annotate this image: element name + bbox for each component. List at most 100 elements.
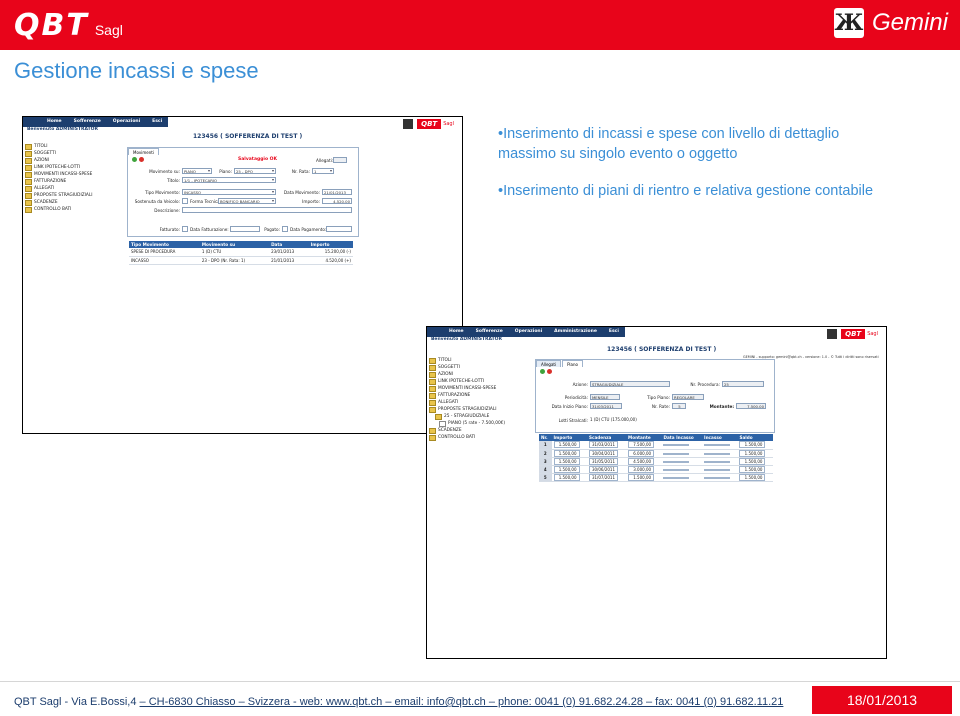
saldo-input[interactable]: 1.500,00 [739, 457, 766, 465]
table-cell[interactable]: 1.500,00 [551, 441, 587, 450]
column-header[interactable]: Incasso [702, 434, 738, 441]
scadenza-input[interactable]: 31/05/2011 [588, 457, 619, 465]
table-cell[interactable] [702, 465, 738, 474]
tree-item[interactable]: SCADENZE [25, 199, 123, 206]
saldo-input[interactable]: 1.500,00 [739, 465, 766, 473]
table-cell[interactable]: 1.500,00 [551, 449, 587, 458]
data-movimento-field[interactable]: 21/01/2013 [322, 189, 352, 195]
table-cell[interactable]: 1.500,00 [737, 473, 773, 482]
table-cell[interactable]: 1.500,00 [737, 449, 773, 458]
table-cell[interactable]: 30/06/2011 [586, 465, 627, 474]
table-cell[interactable] [702, 449, 738, 458]
menu-home[interactable]: Home [41, 117, 68, 127]
save-icon[interactable] [540, 369, 545, 374]
tree-item[interactable]: LINK IPOTECHE-LOTTI [25, 164, 123, 171]
montante-input[interactable]: 7.500,00 [628, 441, 655, 449]
pagato-checkbox[interactable] [282, 226, 288, 232]
table-cell[interactable] [702, 473, 738, 482]
tree-item[interactable]: ALLEGATI [25, 185, 123, 192]
column-header[interactable]: Nr. [539, 434, 552, 441]
table-cell[interactable]: 30/04/2011 [586, 449, 627, 458]
menu-sofferenze[interactable]: Sofferenze [68, 117, 107, 127]
table-cell[interactable]: 1.500,00 [737, 441, 773, 450]
delete-icon[interactable] [547, 369, 552, 374]
titolo-select[interactable]: 1/1 - IPOTECARIO [182, 177, 276, 183]
table-cell[interactable] [661, 441, 703, 450]
tree-item[interactable]: AZIONI [429, 371, 527, 378]
table-cell[interactable]: 4.500,00 [626, 457, 662, 466]
scadenza-input[interactable]: 31/03/2011 [588, 441, 619, 449]
data-incasso-input[interactable] [663, 460, 690, 463]
incasso-input[interactable] [704, 468, 731, 471]
tree-item[interactable]: MOVIMENTI INCASSI-SPESE [25, 171, 123, 178]
tree-item[interactable]: SOGGETTI [429, 364, 527, 371]
tree-item[interactable]: TITOLI [429, 357, 527, 364]
table-cell[interactable]: 31/07/2011 [586, 473, 627, 482]
table-row[interactable]: INCASSO 23 - DPO (Nr. Rata: 1) 21/01/201… [129, 256, 353, 265]
importo-input[interactable]: 1.500,00 [553, 449, 580, 457]
table-cell[interactable] [702, 441, 738, 450]
save-icon[interactable] [132, 157, 137, 162]
incasso-input[interactable] [704, 452, 731, 455]
tree-item-stragiudiziale[interactable]: 25 - STRAGIUDIZIALE [429, 413, 527, 420]
data-incasso-input[interactable] [663, 452, 690, 455]
table-cell[interactable] [661, 457, 703, 466]
table-row[interactable]: 2 1.500,00 30/04/2011 6.000,00 1.500,00 [539, 449, 773, 458]
data-fatturazione-field[interactable] [230, 226, 260, 232]
descrizione-field[interactable] [182, 207, 352, 213]
incasso-input[interactable] [704, 444, 731, 447]
importo-input[interactable]: 1.500,00 [553, 441, 580, 449]
fatturato-checkbox[interactable] [182, 226, 188, 232]
table-cell[interactable]: 3.000,00 [626, 465, 662, 474]
data-inizio-field[interactable]: 31/03/2011 [590, 403, 622, 409]
table-cell[interactable]: 6.000,00 [626, 449, 662, 458]
data-incasso-input[interactable] [663, 468, 690, 471]
table-cell[interactable]: 1.500,00 [626, 473, 662, 482]
data-pagamento-field[interactable] [326, 226, 352, 232]
tab-movimenti[interactable]: Movimenti [128, 148, 159, 155]
menu-operazioni[interactable]: Operazioni [509, 327, 548, 337]
azione-field[interactable]: STRAGIUDIZIALE [590, 381, 670, 387]
table-cell[interactable]: 1.500,00 [551, 465, 587, 474]
forma-tecnica-select[interactable]: BONIFICO BANCARIO [218, 198, 276, 204]
menu-amministrazione[interactable]: Amministrazione [548, 327, 603, 337]
tipo-movimento-select[interactable]: INCASSO [182, 189, 276, 195]
table-cell[interactable]: 31/05/2011 [586, 457, 627, 466]
table-row[interactable]: 3 1.500,00 31/05/2011 4.500,00 1.500,00 [539, 457, 773, 466]
menu-operazioni[interactable]: Operazioni [107, 117, 146, 127]
column-header[interactable]: Data [269, 241, 309, 248]
tab-allegati[interactable]: Allegati [536, 360, 562, 367]
data-incasso-input[interactable] [663, 476, 690, 479]
saldo-input[interactable]: 1.500,00 [739, 441, 766, 449]
tree-item[interactable]: AZIONI [25, 157, 123, 164]
tree-item[interactable]: PROPOSTE STRAGIUDIZIALI [429, 406, 527, 413]
periodicita-field[interactable]: MENSILE [590, 394, 620, 400]
table-cell[interactable] [661, 473, 703, 482]
scadenza-input[interactable]: 30/04/2011 [588, 449, 619, 457]
tree-item[interactable]: SOGGETTI [25, 150, 123, 157]
column-header[interactable]: Importo [551, 434, 587, 441]
table-cell[interactable]: 1.500,00 [551, 457, 587, 466]
table-cell[interactable] [661, 449, 703, 458]
importo-input[interactable]: 1.500,00 [553, 473, 580, 481]
montante-input[interactable]: 3.000,00 [628, 465, 655, 473]
nr-procedura-field[interactable]: 25 [722, 381, 764, 387]
table-cell[interactable]: 1.500,00 [737, 457, 773, 466]
piano-select[interactable]: 25 - DPO [234, 168, 276, 174]
incasso-input[interactable] [704, 476, 731, 479]
column-header[interactable]: Montante [626, 434, 662, 441]
table-row[interactable]: 5 1.500,00 31/07/2011 1.500,00 1.500,00 [539, 473, 773, 482]
tree-item[interactable]: TITOLI [25, 143, 123, 150]
allegati-field[interactable] [333, 157, 347, 163]
tipo-piano-field[interactable]: REGOLARE [672, 394, 704, 400]
tree-item[interactable]: SCADENZE [429, 427, 527, 434]
scadenza-input[interactable]: 30/06/2011 [588, 465, 619, 473]
column-header[interactable]: Saldo [737, 434, 773, 441]
importo-field[interactable]: 4.520,00 [322, 198, 352, 204]
column-header[interactable]: Importo [308, 241, 353, 248]
tree-item[interactable]: ALLEGATI [429, 399, 527, 406]
data-incasso-input[interactable] [663, 444, 690, 447]
table-row[interactable]: 1 1.500,00 31/03/2011 7.500,00 1.500,00 [539, 441, 773, 450]
tree-item[interactable]: FATTURAZIONE [429, 392, 527, 399]
tree-item-piano[interactable]: PIANO (5 rate - 7.500,00€) [429, 420, 527, 427]
